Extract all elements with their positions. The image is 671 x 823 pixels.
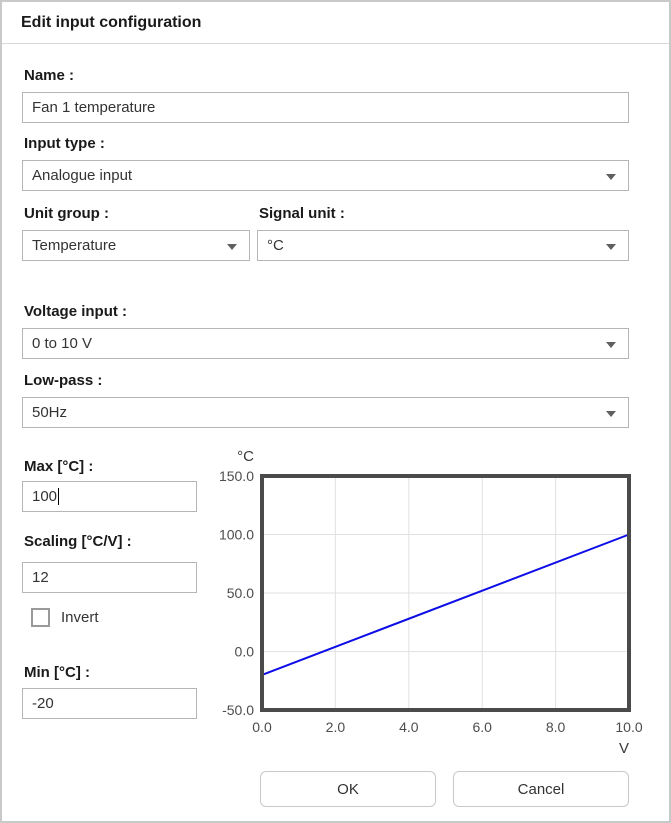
edit-input-configuration-dialog: Edit input configuration Name : Input ty… [0, 0, 671, 823]
voltage-input-field: Voltage input : 0 to 10 V [22, 304, 629, 359]
max-field: Max [°C] : 100 [22, 459, 207, 512]
chevron-down-icon [227, 244, 237, 250]
x-tick-label: 8.0 [546, 719, 566, 735]
dialog-header: Edit input configuration [2, 2, 669, 44]
voltage-input-select[interactable]: 0 to 10 V [22, 328, 629, 359]
voltage-input-label: Voltage input : [24, 304, 629, 320]
voltage-input-value: 0 to 10 V [32, 335, 92, 352]
input-type-value: Analogue input [32, 167, 132, 184]
unit-group-label: Unit group : [24, 206, 250, 222]
scaling-inputs-column: Max [°C] : 100 Scaling [°C/V] : Invert M… [22, 445, 207, 755]
max-input[interactable]: 100 [22, 481, 197, 512]
y-tick-label: 100.0 [219, 527, 254, 543]
low-pass-select[interactable]: 50Hz [22, 397, 629, 428]
name-label: Name : [24, 68, 629, 84]
low-pass-field: Low-pass : 50Hz [22, 373, 629, 428]
min-label: Min [°C] : [24, 665, 207, 681]
invert-checkbox[interactable] [31, 608, 50, 627]
scaling-section: Max [°C] : 100 Scaling [°C/V] : Invert M… [22, 445, 629, 755]
input-type-select[interactable]: Analogue input [22, 160, 629, 191]
min-input[interactable] [22, 688, 197, 719]
input-scaling-line [262, 535, 629, 675]
scaling-field: Scaling [°C/V] : [22, 534, 207, 593]
y-tick-label: 50.0 [227, 585, 254, 601]
chevron-down-icon [606, 342, 616, 348]
unit-group-field: Unit group : Temperature [22, 206, 250, 261]
units-row: Unit group : Temperature Signal unit : °… [22, 206, 629, 261]
name-field: Name : [22, 68, 629, 123]
scaling-input[interactable] [22, 562, 197, 593]
min-field: Min [°C] : [22, 665, 207, 719]
signal-unit-label: Signal unit : [259, 206, 629, 222]
input-type-field: Input type : Analogue input [22, 136, 629, 191]
invert-label: Invert [61, 609, 99, 626]
low-pass-value: 50Hz [32, 404, 67, 421]
low-pass-label: Low-pass : [24, 373, 629, 389]
x-tick-label: 10.0 [615, 719, 642, 735]
y-tick-label: 150.0 [219, 468, 254, 484]
y-tick-label: 0.0 [235, 644, 255, 660]
max-value: 100 [32, 488, 57, 505]
dialog-footer: OK Cancel [260, 771, 629, 807]
signal-unit-field: Signal unit : °C [257, 206, 629, 261]
x-tick-label: 4.0 [399, 719, 419, 735]
chevron-down-icon [606, 174, 616, 180]
input-type-label: Input type : [24, 136, 629, 152]
scaling-chart: °C150.0100.050.00.0-50.00.02.04.06.08.01… [207, 445, 657, 755]
name-input[interactable] [22, 92, 629, 123]
y-tick-label: -50.0 [222, 702, 254, 718]
x-tick-label: 2.0 [326, 719, 346, 735]
invert-row: Invert [31, 608, 207, 627]
scaling-chart-svg: °C150.0100.050.00.0-50.00.02.04.06.08.01… [207, 445, 657, 755]
scaling-label: Scaling [°C/V] : [24, 534, 207, 550]
x-tick-label: 0.0 [252, 719, 272, 735]
cancel-button[interactable]: Cancel [453, 771, 629, 807]
signal-unit-value: °C [267, 237, 284, 254]
chevron-down-icon [606, 244, 616, 250]
ok-button[interactable]: OK [260, 771, 436, 807]
max-label: Max [°C] : [24, 459, 207, 475]
dialog-body: Name : Input type : Analogue input Unit … [2, 68, 669, 807]
chevron-down-icon [606, 411, 616, 417]
y-axis-title: °C [237, 448, 254, 465]
x-axis-title: V [619, 740, 629, 757]
signal-unit-select[interactable]: °C [257, 230, 629, 261]
dialog-title: Edit input configuration [21, 14, 650, 32]
unit-group-value: Temperature [32, 237, 116, 254]
x-tick-label: 6.0 [472, 719, 492, 735]
text-caret [58, 488, 59, 505]
unit-group-select[interactable]: Temperature [22, 230, 250, 261]
